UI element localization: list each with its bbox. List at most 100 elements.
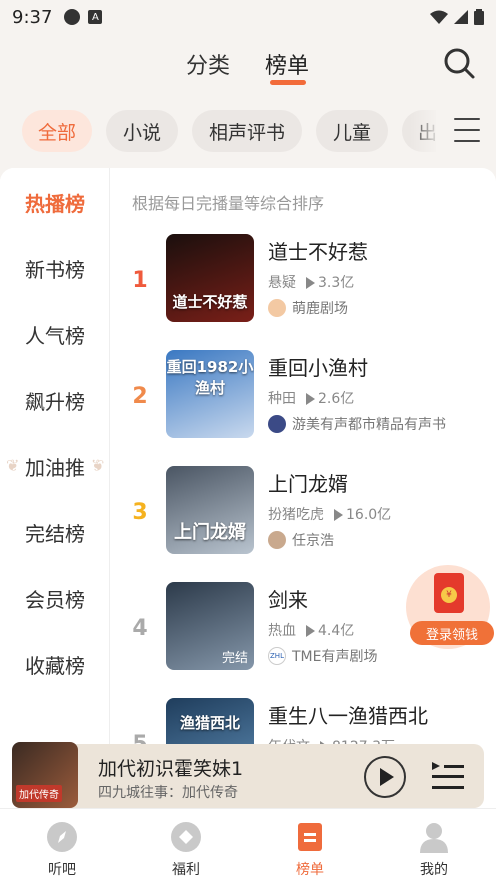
sidebar-item-popular[interactable]: 人气榜 [0, 314, 110, 354]
nav-item-listen[interactable]: 听吧 [0, 809, 124, 883]
play-count-icon [306, 393, 315, 405]
ranking-sidebar: 热播榜 新书榜 人气榜 飙升榜 ❦ 加油推 ❦ 完结榜 会员榜 收藏榜 [0, 168, 110, 808]
nav-label: 榜单 [296, 862, 324, 878]
completed-badge: 完结 [221, 651, 248, 666]
rank-number: 2 [132, 384, 148, 409]
ranking-row[interactable]: 2 重回1982小渔村 重回小渔村 种田 2.6亿 游美有声都市精品有声书 [110, 350, 496, 450]
publisher-name: 萌鹿剧场 [292, 301, 348, 317]
status-time: 9:37 [12, 6, 53, 28]
publisher-avatar [268, 531, 286, 549]
signal-icon [454, 10, 468, 24]
sidebar-item-completed[interactable]: 完结榜 [0, 512, 110, 552]
publisher-avatar [268, 415, 286, 433]
player-cover-tag: 加代传奇 [16, 785, 62, 802]
book-cover[interactable]: 道士不好惹 [166, 234, 254, 322]
bottom-navigation: 听吧 福利 榜单 我的 [0, 808, 496, 883]
player-subtitle: 四九城往事：加代传奇 [98, 785, 238, 801]
sidebar-item-new[interactable]: 新书榜 [0, 248, 110, 288]
publisher-logo: ZHL [268, 647, 286, 665]
profile-icon [420, 823, 448, 853]
gift-icon [171, 822, 201, 852]
nav-label: 听吧 [48, 862, 76, 878]
nav-item-ranking[interactable]: 榜单 [248, 809, 372, 883]
login-reward-label: 登录领钱 [410, 621, 494, 645]
wifi-icon [430, 10, 448, 24]
login-reward-button[interactable]: ¥ 登录领钱 [406, 565, 494, 649]
category-chip-bar: 全部 小说 相声评书 儿童 出 [0, 108, 496, 156]
nav-item-profile[interactable]: 我的 [372, 809, 496, 883]
chip-novel[interactable]: 小说 [106, 110, 178, 152]
book-title[interactable]: 剑来 [268, 584, 308, 613]
player-cover[interactable]: 加代传奇 [12, 742, 78, 808]
cover-title: 道士不好惹 [172, 293, 248, 311]
laurel-left-icon: ❦ [6, 456, 20, 475]
chip-all[interactable]: 全部 [22, 110, 92, 152]
book-publisher: 任京浩 [268, 530, 334, 550]
book-cover[interactable]: 上门龙婿 [166, 466, 254, 554]
sidebar-item-hot[interactable]: 热播榜 [0, 182, 110, 222]
sidebar-item-boost-label: 加油推 [25, 455, 85, 480]
book-title[interactable]: 道士不好惹 [268, 236, 368, 265]
book-genre: 扮猪吃虎 [268, 507, 324, 523]
rank-number: 4 [132, 616, 148, 641]
chip-crosstalk[interactable]: 相声评书 [192, 110, 302, 152]
publisher-name: TME有声剧场 [292, 649, 378, 665]
menu-icon[interactable] [454, 118, 480, 142]
publisher-name: 游美有声都市精品有声书 [292, 417, 446, 433]
tab-ranking[interactable]: 榜单 [265, 48, 309, 80]
play-icon [380, 768, 394, 786]
sidebar-item-favorites[interactable]: 收藏榜 [0, 644, 110, 684]
book-title[interactable]: 重生八一渔猎西北 [268, 700, 428, 729]
play-count-icon [306, 625, 315, 637]
rank-number: 1 [132, 268, 148, 293]
book-title[interactable]: 上门龙婿 [268, 468, 348, 497]
nav-label: 我的 [420, 862, 448, 878]
play-count-icon [334, 509, 343, 521]
app-notification-icon: A [88, 10, 103, 24]
ranking-row[interactable]: 1 道士不好惹 道士不好惹 悬疑 3.3亿 萌鹿剧场 [110, 234, 496, 334]
player-title: 加代初识霍笑妹1 [98, 758, 244, 780]
play-button[interactable] [364, 756, 406, 798]
ranking-row[interactable]: 3 上门龙婿 上门龙婿 扮猪吃虎 16.0亿 任京浩 [110, 466, 496, 566]
book-meta: 种田 2.6亿 [268, 388, 354, 408]
book-meta: 扮猪吃虎 16.0亿 [268, 504, 391, 524]
book-publisher: 萌鹿剧场 [268, 298, 348, 318]
book-cover[interactable]: 完结 [166, 582, 254, 670]
laurel-right-icon: ❦ [90, 456, 104, 475]
nav-item-welfare[interactable]: 福利 [124, 809, 248, 883]
cover-title: 上门龙婿 [174, 522, 246, 543]
headset-icon [64, 9, 81, 25]
top-header: 分类 榜单 [0, 34, 496, 96]
ranking-icon [298, 823, 322, 851]
book-genre: 种田 [268, 391, 296, 407]
playlist-icon[interactable] [432, 762, 464, 790]
book-genre: 热血 [268, 623, 296, 639]
cover-title: 渔猎西北 [179, 714, 240, 732]
chip-children[interactable]: 儿童 [316, 110, 388, 152]
tab-category[interactable]: 分类 [186, 48, 230, 80]
book-cover[interactable]: 重回1982小渔村 [166, 350, 254, 438]
publisher-name: 任京浩 [292, 533, 334, 549]
play-count: 3.3亿 [318, 275, 355, 291]
compass-icon [47, 822, 77, 852]
ranking-list: 根据每日完播量等综合排序 1 道士不好惹 道士不好惹 悬疑 3.3亿 萌鹿剧场 … [110, 168, 496, 808]
sidebar-item-boost[interactable]: ❦ 加油推 ❦ [0, 446, 110, 486]
play-count: 16.0亿 [346, 507, 392, 523]
ranking-panel: 热播榜 新书榜 人气榜 飙升榜 ❦ 加油推 ❦ 完结榜 会员榜 收藏榜 根据每日… [0, 168, 496, 808]
coin-icon: ¥ [441, 587, 457, 603]
search-icon[interactable] [442, 46, 476, 80]
book-title[interactable]: 重回小渔村 [268, 352, 368, 381]
sidebar-item-rising[interactable]: 飙升榜 [0, 380, 110, 420]
play-count-icon [306, 277, 315, 289]
active-tab-indicator [270, 80, 306, 85]
book-meta: 热血 4.4亿 [268, 620, 354, 640]
play-count: 2.6亿 [318, 391, 355, 407]
play-count: 4.4亿 [318, 623, 355, 639]
sidebar-item-vip[interactable]: 会员榜 [0, 578, 110, 618]
rank-number: 3 [132, 500, 148, 525]
sort-hint: 根据每日完播量等综合排序 [132, 194, 325, 213]
publisher-avatar [268, 299, 286, 317]
battery-icon [474, 9, 484, 25]
nav-label: 福利 [172, 862, 200, 878]
mini-player[interactable]: 加代传奇 加代初识霍笑妹1 四九城往事：加代传奇 [12, 742, 484, 808]
